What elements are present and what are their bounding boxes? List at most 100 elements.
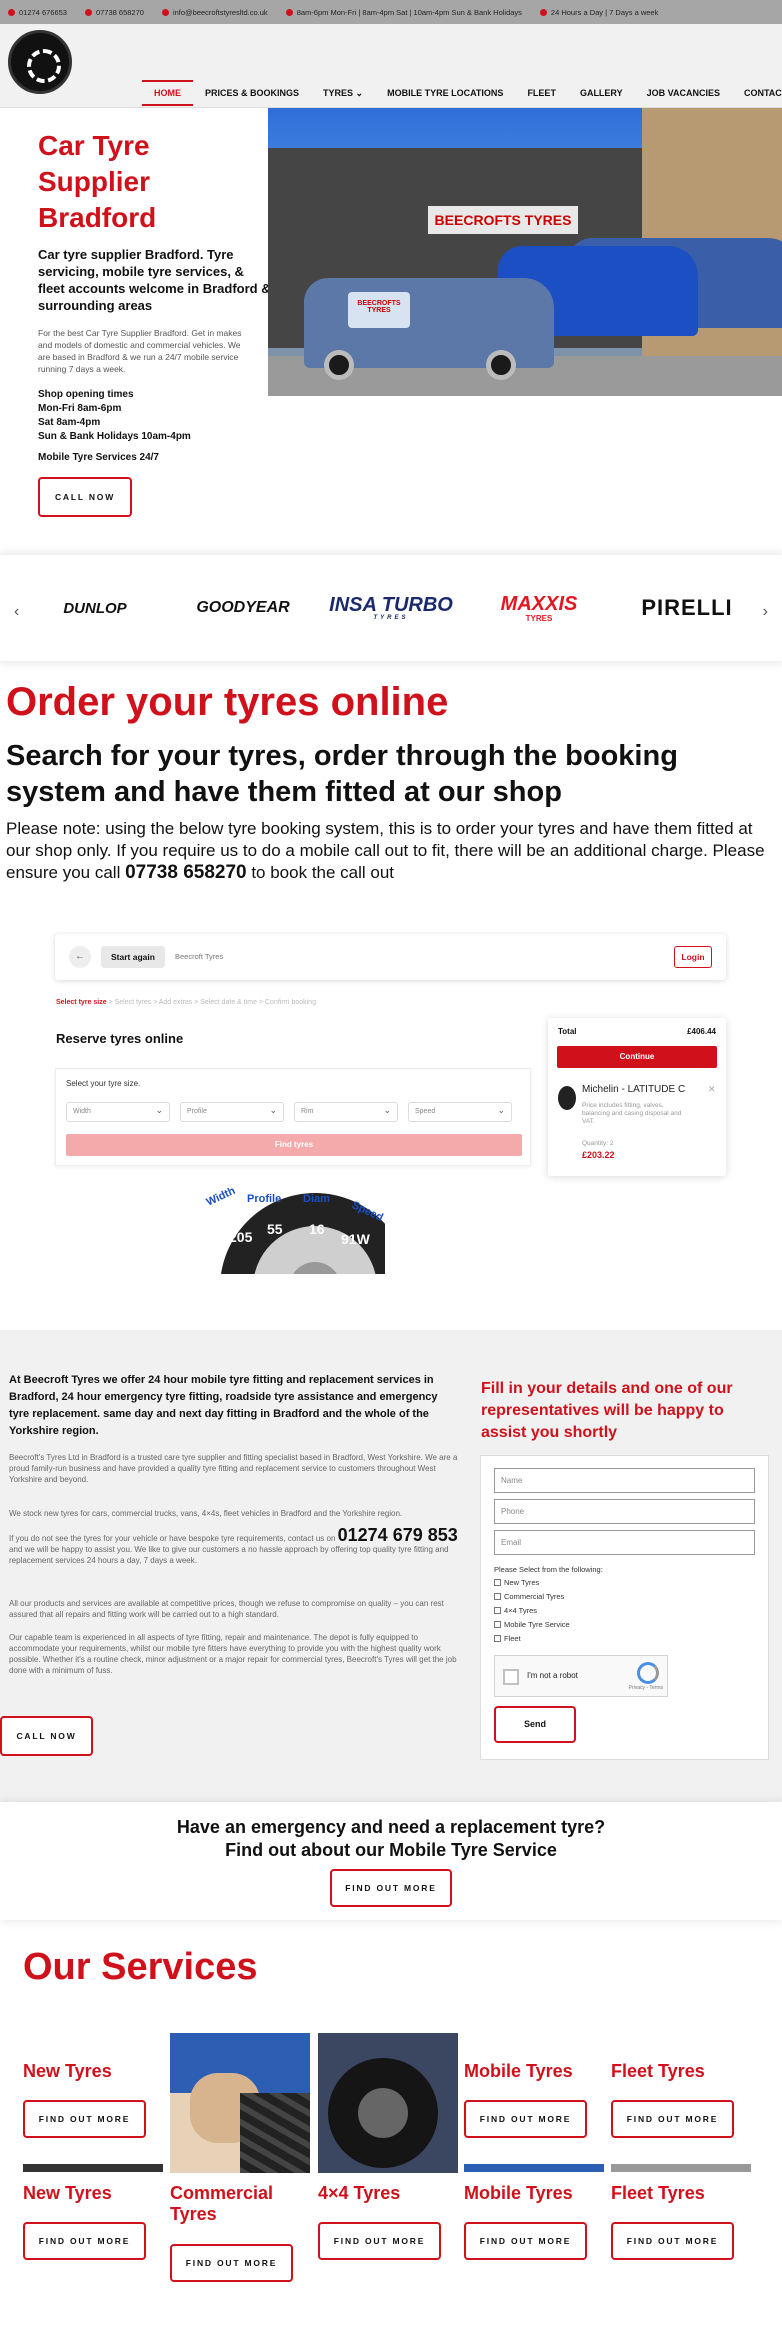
- hero-title: Car Tyre Supplier Bradford: [38, 130, 157, 233]
- nav-item-job-vacancies[interactable]: JOB VACANCIES: [635, 80, 732, 106]
- hero-call-now-button[interactable]: CALL NOW: [38, 477, 132, 517]
- rim-select[interactable]: Rim: [294, 1102, 398, 1122]
- phone-icon: [8, 8, 15, 16]
- clock-icon: [539, 8, 547, 16]
- basket-item-desc: Price includes fitting, valves, balancin…: [582, 1102, 682, 1125]
- hours-line: Sun & Bank Holidays 10am-4pm: [38, 431, 191, 442]
- brand-pirelli[interactable]: PIRELLI: [613, 595, 761, 621]
- chevron-right-icon[interactable]: ›: [763, 603, 768, 621]
- about-paragraph: Beecroft's Tyres Ltd in Bradford is a tr…: [9, 1453, 458, 1484]
- checkbox[interactable]: [494, 1593, 501, 1600]
- diagram-value-speed: 91W: [341, 1231, 371, 1247]
- service-photo-strip: [464, 2164, 604, 2172]
- hours-line: Mon-Fri 8am-6pm: [38, 403, 122, 414]
- clock-icon: [285, 8, 293, 16]
- topbar-email[interactable]: info@beecroftstyresltd.co.uk: [161, 8, 268, 17]
- checkbox[interactable]: [494, 1579, 501, 1586]
- name-field[interactable]: Name: [494, 1468, 755, 1493]
- beecrofts-logo[interactable]: [8, 30, 72, 94]
- tyre-icon: [558, 1086, 576, 1110]
- nav-item-contact[interactable]: CONTACT: [732, 80, 782, 106]
- options-label: Please Select from the following:: [494, 1565, 603, 1574]
- about-phone[interactable]: 01274 679 853: [338, 1525, 458, 1545]
- service-new-tyres-button-2[interactable]: FIND OUT MORE: [23, 2222, 146, 2260]
- send-button[interactable]: Send: [494, 1706, 576, 1743]
- width-select[interactable]: Width: [66, 1102, 170, 1122]
- diagram-label-profile: Profile: [247, 1193, 281, 1205]
- service-mobile-tyres-button[interactable]: FIND OUT MORE: [464, 2100, 587, 2138]
- service-title-new-tyres: New Tyres: [23, 2061, 112, 2081]
- checkbox[interactable]: [494, 1621, 501, 1628]
- hero-photo-vans: BEECROFTS TYRES BEECROFTS TYRES: [268, 108, 782, 396]
- option-commercial-tyres[interactable]: Commercial Tyres: [494, 1592, 564, 1601]
- step-select-size: Select tyre size: [56, 999, 107, 1006]
- about-paragraph: Our capable team is experienced in all a…: [9, 1633, 457, 1675]
- service-title-mobile-tyres: Mobile Tyres: [464, 2061, 573, 2081]
- booking-steps: Select tyre size > Select tyres > Add ex…: [56, 999, 316, 1006]
- brand-insa-turbo[interactable]: INSA TURBO TYRES: [317, 595, 465, 621]
- basket-item-price: £203.22: [582, 1150, 615, 1160]
- continue-button[interactable]: Continue: [557, 1046, 717, 1068]
- service-photo-strip: [611, 2164, 751, 2172]
- remove-item-icon[interactable]: ✕: [708, 1084, 716, 1095]
- tyre-brands-carousel: ‹ DUNLOP GOODYEAR INSA TURBO TYRES MAXXI…: [0, 555, 782, 661]
- start-again-button[interactable]: Start again: [101, 946, 165, 968]
- nav-item-gallery[interactable]: GALLERY: [568, 80, 635, 106]
- service-mobile-tyres-button-2[interactable]: FIND OUT MORE: [464, 2222, 587, 2260]
- phone-field[interactable]: Phone: [494, 1499, 755, 1524]
- recaptcha-icon: [637, 1662, 659, 1684]
- chevron-left-icon[interactable]: ‹: [14, 603, 19, 621]
- nav-item-home[interactable]: HOME: [142, 80, 193, 106]
- login-button[interactable]: Login: [674, 946, 712, 968]
- nav-item-fleet[interactable]: FLEET: [515, 80, 568, 106]
- service-new-tyres-button[interactable]: FIND OUT MORE: [23, 2100, 146, 2138]
- basket-item-qty: Quantity: 2: [582, 1140, 614, 1147]
- nav-item-tyres[interactable]: TYRES ⌄: [311, 80, 375, 106]
- topbar-phone1[interactable]: 01274 676653: [8, 8, 67, 17]
- service-4x4-tyres-button[interactable]: FIND OUT MORE: [318, 2222, 441, 2260]
- service-commercial-tyres-button[interactable]: FIND OUT MORE: [170, 2244, 293, 2282]
- about-call-now-button[interactable]: CALL NOW: [0, 1716, 93, 1756]
- email-field[interactable]: Email: [494, 1530, 755, 1555]
- service-fleet-tyres-button[interactable]: FIND OUT MORE: [611, 2100, 734, 2138]
- speed-select[interactable]: Speed: [408, 1102, 512, 1122]
- service-fleet-tyres-button-2[interactable]: FIND OUT MORE: [611, 2222, 734, 2260]
- emergency-banner: Have an emergency and need a replacement…: [0, 1802, 782, 1920]
- mobile-services-note: Mobile Tyre Services 24/7: [38, 452, 159, 463]
- find-tyres-button[interactable]: Find tyres: [66, 1134, 522, 1156]
- basket-item-name: Michelin - LATITUDE C: [582, 1084, 686, 1095]
- brand-maxxis[interactable]: MAXXIS TYRES: [465, 594, 613, 623]
- step-confirm: Confirm booking: [265, 999, 316, 1006]
- tyre-tread: [240, 2093, 310, 2173]
- option-4x4-tyres[interactable]: 4×4 Tyres: [494, 1606, 537, 1615]
- checkbox[interactable]: [494, 1607, 501, 1614]
- opening-hours: Shop opening times Mon-Fri 8am-6pm Sat 8…: [38, 388, 258, 444]
- nav-item-mobile-tyre-locations[interactable]: MOBILE TYRE LOCATIONS: [375, 80, 515, 106]
- about-paragraph: All our products and services are availa…: [9, 1599, 444, 1619]
- tyre-size-selector: Select your tyre size. Width Profile Rim…: [55, 1068, 531, 1166]
- step-add-extras: Add extras: [158, 999, 193, 1006]
- checkbox[interactable]: [494, 1635, 501, 1642]
- step-date-time: Select date & time: [200, 999, 258, 1006]
- service-title-new-tyres-2: New Tyres: [23, 2183, 112, 2203]
- order-note-phone[interactable]: 07738 658270: [125, 862, 247, 883]
- envelope-icon: [161, 8, 169, 16]
- service-photo-4x4: [318, 2033, 458, 2173]
- profile-select[interactable]: Profile: [180, 1102, 284, 1122]
- topbar-phone2[interactable]: 07738 658270: [84, 8, 144, 17]
- order-title: Order your tyres online: [6, 680, 449, 724]
- option-mobile-tyre-service[interactable]: Mobile Tyre Service: [494, 1620, 570, 1629]
- brand-dunlop[interactable]: DUNLOP: [21, 600, 169, 617]
- emergency-find-out-more-button[interactable]: FIND OUT MORE: [330, 1869, 452, 1907]
- nav-item-prices-bookings[interactable]: PRICES & BOOKINGS: [193, 80, 311, 106]
- back-arrow-icon[interactable]: ←: [69, 946, 91, 968]
- wheel: [324, 350, 354, 380]
- option-fleet[interactable]: Fleet: [494, 1634, 521, 1643]
- brand-goodyear[interactable]: GOODYEAR: [169, 599, 317, 617]
- tyre-size-diagram: Width Profile Diam Speed 205 55 16 91W: [205, 1188, 385, 1274]
- option-new-tyres[interactable]: New Tyres: [494, 1578, 539, 1587]
- services-title: Our Services: [23, 1946, 258, 1988]
- basket-total: Total £406.44: [558, 1027, 716, 1036]
- captcha-terms[interactable]: Privacy - Terms: [629, 1685, 663, 1691]
- captcha-checkbox[interactable]: [503, 1669, 519, 1685]
